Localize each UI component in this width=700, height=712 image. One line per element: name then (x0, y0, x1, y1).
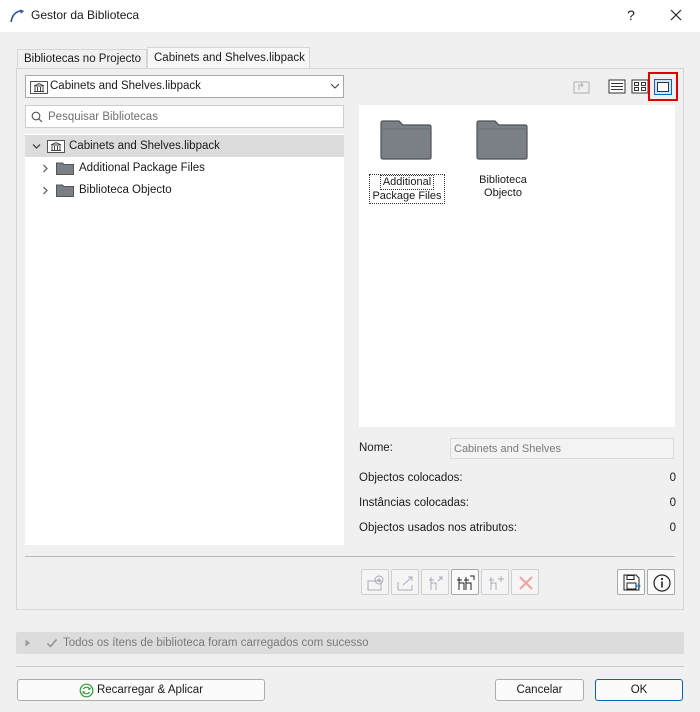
info-icon (653, 574, 671, 592)
view-mode-highlight (648, 72, 678, 101)
chevron-right-icon[interactable] (41, 186, 50, 195)
reload-icon (79, 683, 94, 698)
delete-button[interactable] (511, 569, 539, 595)
folder-icon (380, 120, 432, 160)
app-logo-icon (10, 9, 25, 23)
save-button[interactable] (617, 569, 645, 595)
name-label: Nome: (359, 442, 393, 454)
tree-item-label: Biblioteca Objecto (79, 184, 172, 196)
list-view-icon (608, 79, 626, 94)
placed-instances-label: Instâncias colocadas: (359, 497, 469, 509)
up-folder-icon (573, 81, 590, 94)
search-box[interactable] (25, 105, 344, 128)
library-select-value: Cabinets and Shelves.libpack (50, 80, 201, 92)
save-icon (623, 574, 641, 591)
preview-item-biblioteca-objecto[interactable]: Biblioteca Objecto (463, 119, 543, 201)
window-title: Gestor da Biblioteca (31, 8, 140, 22)
up-folder-button[interactable] (571, 77, 593, 97)
tab-project-libraries[interactable]: Bibliotecas no Projecto (17, 49, 147, 69)
status-message: Todos os ítens de biblioteca foram carre… (63, 637, 369, 649)
search-input[interactable] (48, 108, 338, 125)
export-icon (397, 576, 413, 591)
folder-icon (56, 184, 74, 197)
add-library-button[interactable] (361, 569, 389, 595)
library-select[interactable]: Cabinets and Shelves.libpack (25, 75, 344, 98)
info-button[interactable] (647, 569, 675, 595)
expand-arrow-icon[interactable] (25, 639, 31, 647)
help-button[interactable]: ? (624, 7, 638, 23)
chevron-down-icon[interactable] (32, 142, 41, 151)
placed-instances-value: 0 (669, 497, 676, 509)
reload-apply-label: Recarregar & Aplicar (96, 684, 204, 696)
status-bar[interactable]: Todos os ítens de biblioteca foram carre… (16, 632, 684, 654)
add-library-icon (367, 575, 384, 591)
close-icon[interactable] (667, 6, 685, 24)
search-icon (31, 111, 43, 123)
title-bar: Gestor da Biblioteca ? (0, 0, 700, 32)
delete-icon (519, 576, 533, 590)
folder-icon (56, 162, 74, 175)
tab-libpack[interactable]: Cabinets and Shelves.libpack (147, 47, 310, 69)
divider (16, 666, 684, 667)
placed-objects-label: Objectos colocados: (359, 472, 463, 484)
name-field: Cabinets and Shelves (450, 438, 674, 459)
preview-item-additional-package-files[interactable]: Additional Package Files (367, 119, 447, 204)
tree-item-label: Additional Package Files (79, 162, 205, 174)
copy-objects-icon (457, 575, 475, 590)
preview-pane[interactable]: Additional Package Files Biblioteca Object… (359, 105, 675, 427)
move-object-icon (429, 576, 443, 590)
folder-icon (476, 120, 528, 160)
tree-item-label: Cabinets and Shelves.libpack (69, 140, 220, 152)
chevron-down-icon (330, 83, 340, 89)
tree-item-additional-package-files[interactable]: Additional Package Files (25, 157, 344, 179)
add-object-icon (489, 576, 504, 590)
add-object-button[interactable] (481, 569, 509, 595)
tree-item-biblioteca-objecto[interactable]: Biblioteca Objecto (25, 179, 344, 201)
library-building-icon (30, 81, 48, 94)
placed-objects-value: 0 (669, 472, 676, 484)
tree-item-root[interactable]: Cabinets and Shelves.libpack (25, 135, 344, 157)
preview-item-caption: Biblioteca Objecto (479, 174, 527, 199)
attribute-objects-label: Objectos usados nos atributos: (359, 522, 517, 534)
attribute-objects-value: 0 (669, 522, 676, 534)
divider (25, 556, 675, 557)
library-building-icon (47, 140, 65, 153)
ok-button[interactable]: OK (595, 679, 683, 701)
move-object-button[interactable] (421, 569, 449, 595)
check-icon (47, 639, 58, 648)
export-button[interactable] (391, 569, 419, 595)
list-view-button[interactable] (606, 77, 628, 97)
cancel-button[interactable]: Cancelar (495, 679, 584, 701)
chevron-right-icon[interactable] (41, 164, 50, 173)
preview-item-caption: Additional Package Files (367, 174, 447, 204)
reload-apply-button[interactable]: Recarregar & Aplicar (17, 679, 265, 701)
library-tree[interactable]: Cabinets and Shelves.libpack Additional … (25, 134, 344, 545)
copy-objects-button[interactable] (451, 569, 479, 595)
